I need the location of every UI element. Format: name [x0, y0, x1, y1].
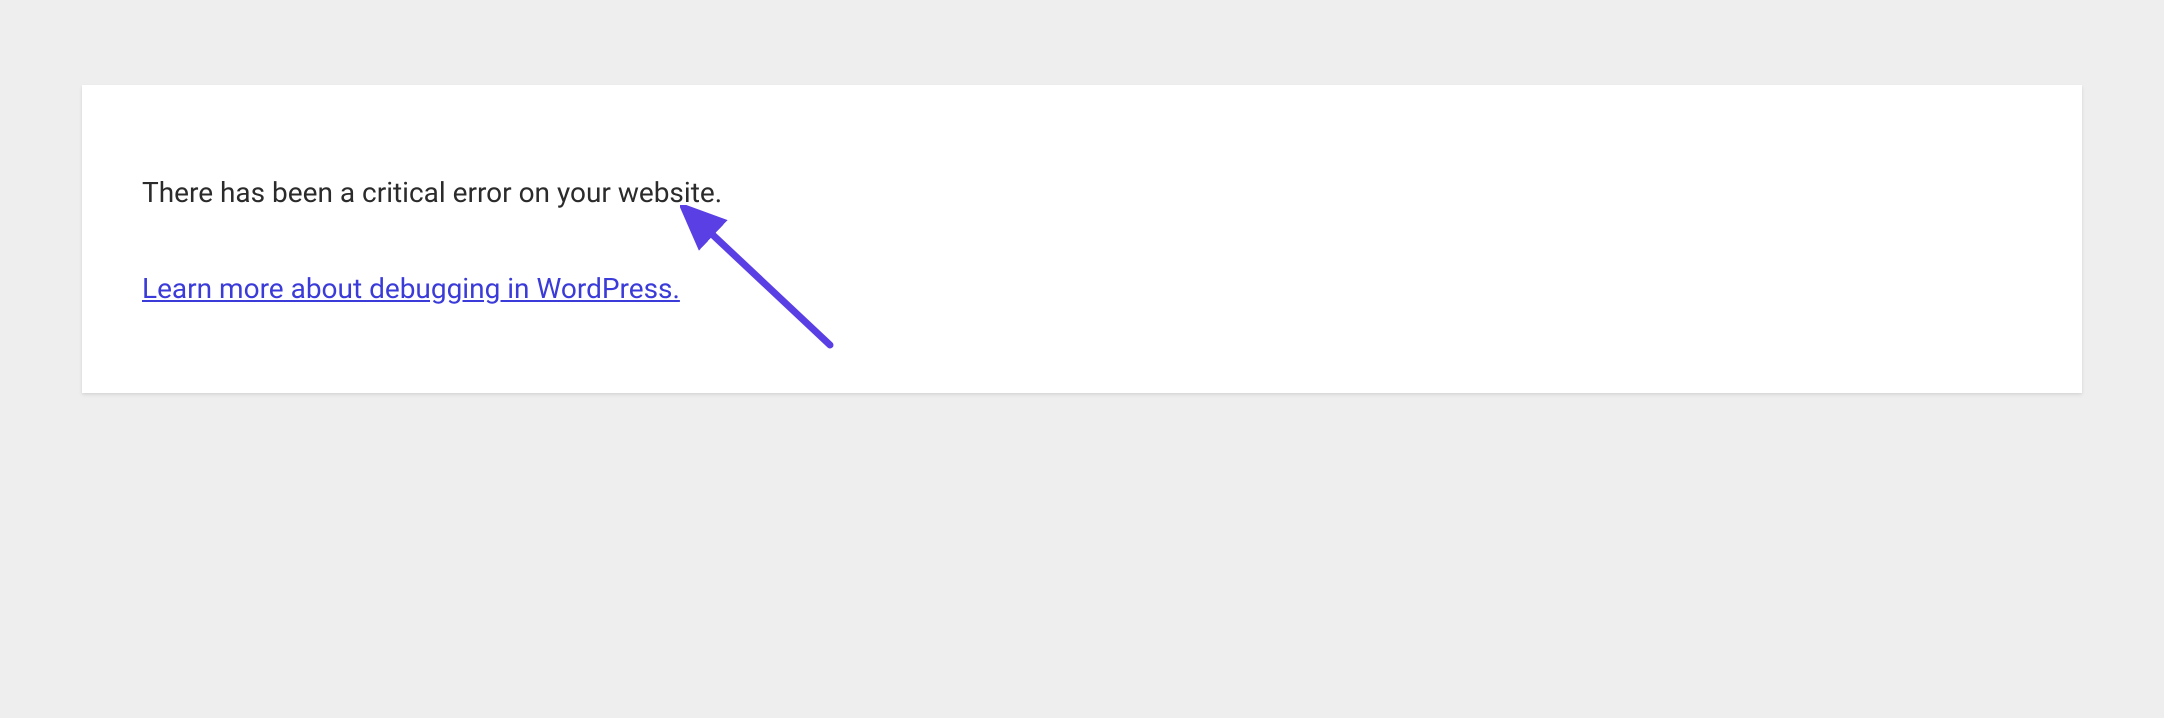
debug-link[interactable]: Learn more about debugging in WordPress. [142, 271, 680, 307]
error-card: There has been a critical error on your … [82, 85, 2082, 393]
error-message: There has been a critical error on your … [142, 175, 2022, 211]
